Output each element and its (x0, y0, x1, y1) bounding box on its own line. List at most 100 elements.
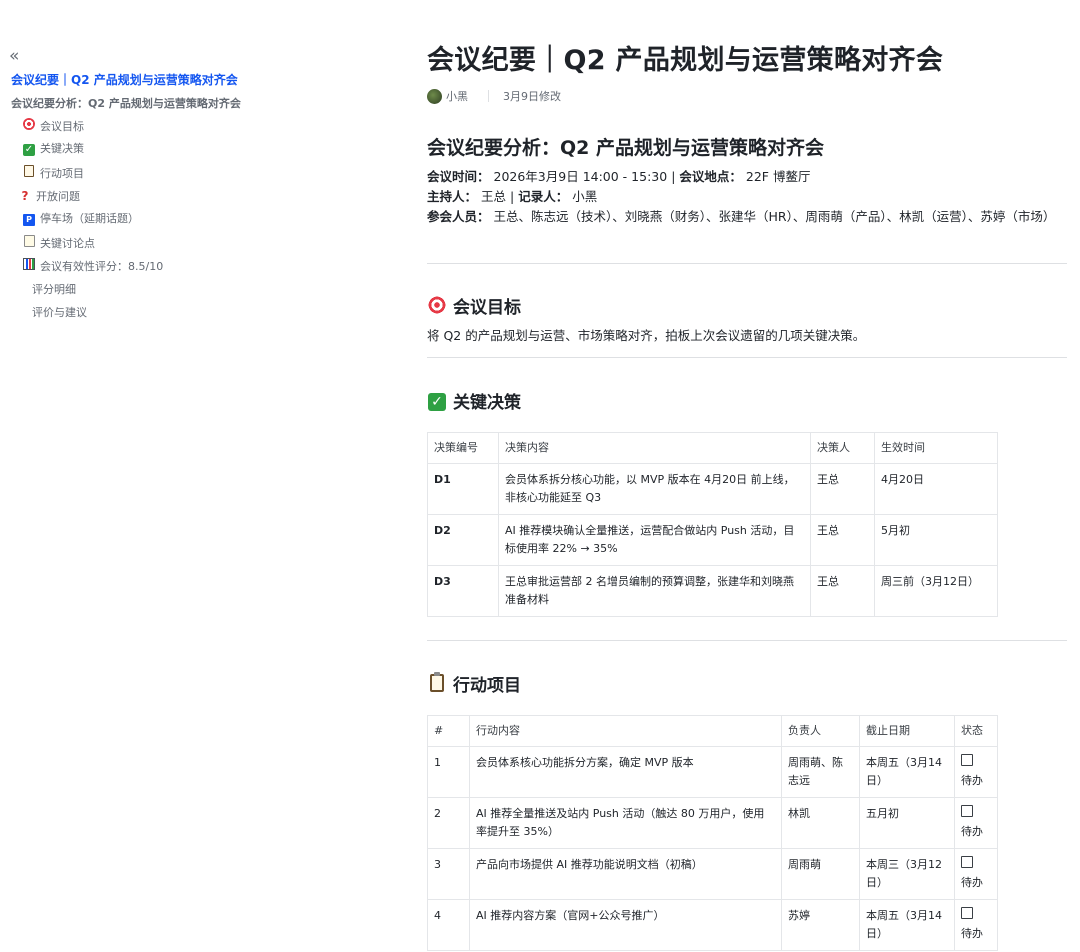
column-header: 决策人 (810, 432, 875, 464)
action-owner: 周雨萌、陈志远 (781, 746, 860, 798)
toc-item-evaluation[interactable]: 评价与建议 (32, 305, 87, 321)
toc-item-actions[interactable]: 行动项目 (22, 165, 84, 182)
action-due: 本周三（3月12日） (859, 848, 955, 900)
decision-owner: 王总 (810, 514, 875, 566)
status-label: 待办 (961, 825, 983, 838)
decision-content: 王总审批运营部 2 名增员编制的预算调整，张建华和刘晓燕准备材料 (498, 565, 811, 617)
decision-owner: 王总 (810, 463, 875, 515)
table-row: 3 产品向市场提供 AI 推荐功能说明文档（初稿） 周雨萌 本周三（3月12日）… (427, 848, 998, 900)
toc-item-decisions[interactable]: ✓ 关键决策 (22, 141, 84, 157)
clipboard-icon (22, 165, 36, 182)
toc-item-parking[interactable]: P 停车场（延期话题） (22, 211, 139, 227)
toc-item-open-questions[interactable]: ? 开放问题 (18, 188, 80, 205)
toc-item-score[interactable]: 会议有效性评分：8.5/10 (22, 258, 163, 275)
decision-content: 会员体系拆分核心功能，以 MVP 版本在 4月20日 前上线，非核心功能延至 Q… (498, 463, 811, 515)
table-header-row: # 行动内容 负责人 截止日期 状态 (427, 715, 998, 747)
toc-heading-link[interactable]: 会议纪要分析：Q2 产品规划与运营策略对齐会 (11, 95, 241, 111)
toc-item-label: 关键决策 (40, 142, 84, 155)
toc-item-label: 评价与建议 (32, 306, 87, 319)
action-content: 会员体系核心功能拆分方案，确定 MVP 版本 (469, 746, 782, 798)
action-due: 本周五（3月14日） (859, 746, 955, 798)
action-due: 本周五（3月14日） (859, 899, 955, 951)
section-heading-analysis: 会议纪要分析：Q2 产品规划与运营策略对齐会 (427, 137, 824, 159)
toc-item-label: 关键讨论点 (40, 236, 95, 250)
action-status: 待办 (954, 797, 998, 849)
column-header: 生效时间 (874, 432, 998, 464)
column-header: 状态 (954, 715, 998, 747)
toc-item-label: 行动项目 (40, 166, 84, 180)
action-number: 3 (427, 848, 470, 900)
action-number: 4 (427, 899, 470, 951)
toc-title-link[interactable]: 会议纪要｜Q2 产品规划与运营策略对齐会 (11, 71, 238, 88)
decision-id: D2 (427, 514, 499, 566)
column-header: 截止日期 (859, 715, 955, 747)
decision-time: 5月初 (874, 514, 998, 566)
table-row: 2 AI 推荐全量推送及站内 Push 活动（触达 80 万用户，使用率提升至 … (427, 797, 998, 849)
action-status: 待办 (954, 746, 998, 798)
status-checkbox[interactable] (961, 856, 973, 868)
author-name[interactable]: 小黑 (446, 88, 468, 104)
meeting-info: 会议时间： 2026年3月9日 14:00 - 15:30 | 会议地点： 22… (427, 167, 1067, 227)
column-header: 行动内容 (469, 715, 782, 747)
divider (427, 640, 1067, 641)
host-line: 主持人： 王总 | 记录人： 小黑 (427, 189, 598, 204)
decision-id: D3 (427, 565, 499, 617)
action-owner: 苏婷 (781, 899, 860, 951)
action-status: 待办 (954, 899, 998, 951)
status-label: 待办 (961, 876, 983, 889)
table-header-row: 决策编号 决策内容 决策人 生效时间 (427, 432, 998, 464)
toc-item-label: 会议目标 (40, 119, 84, 133)
chart-icon (22, 258, 36, 275)
section-heading-decisions: ✓ 关键决策 (427, 388, 521, 413)
toc-item-label: 停车场（延期话题） (40, 212, 139, 225)
decision-time: 4月20日 (874, 463, 998, 515)
status-label: 待办 (961, 774, 983, 787)
column-header: 负责人 (781, 715, 860, 747)
toc-item-label: 会议有效性评分：8.5/10 (40, 259, 164, 273)
status-checkbox[interactable] (961, 805, 973, 817)
status-checkbox[interactable] (961, 754, 973, 766)
toc-item-label: 评分明细 (32, 283, 76, 296)
goal-text: 将 Q2 的产品规划与运营、市场策略对齐，拍板上次会议遗留的几项关键决策。 (427, 328, 866, 343)
action-number: 2 (427, 797, 470, 849)
attendees-line: 参会人员： 王总、陈志远（技术）、刘晓燕（财务）、张建华（HR）、周雨萌（产品）… (427, 209, 1056, 224)
divider (427, 357, 1067, 358)
avatar[interactable] (427, 88, 442, 104)
target-icon (427, 295, 447, 316)
section-heading-actions: 行动项目 (427, 671, 521, 696)
action-owner: 周雨萌 (781, 848, 860, 900)
modified-time: 3月9日修改 (503, 90, 561, 103)
status-checkbox[interactable] (961, 907, 973, 919)
action-number: 1 (427, 746, 470, 798)
toc-item-score-details[interactable]: 评分明细 (32, 282, 76, 298)
column-header: 决策内容 (498, 432, 811, 464)
target-icon (22, 118, 36, 135)
divider (427, 263, 1067, 264)
meta-divider (488, 90, 489, 102)
meeting-time-line: 会议时间： 2026年3月9日 14:00 - 15:30 | 会议地点： 22… (427, 169, 811, 184)
action-content: AI 推荐全量推送及站内 Push 活动（触达 80 万用户，使用率提升至 35… (469, 797, 782, 849)
column-header: # (427, 715, 470, 747)
page-title: 会议纪要｜Q2 产品规划与运营策略对齐会 (427, 45, 944, 76)
toc-item-goal[interactable]: 会议目标 (22, 118, 84, 135)
table-row: 4 AI 推荐内容方案（官网+公众号推广） 苏婷 本周五（3月14日） 待办 (427, 899, 998, 951)
section-heading-goal: 会议目标 (427, 293, 521, 318)
actions-table: # 行动内容 负责人 截止日期 状态 1 会员体系核心功能拆分方案，确定 MVP… (427, 715, 998, 951)
check-icon: ✓ (23, 144, 35, 156)
status-label: 待办 (961, 927, 983, 940)
collapse-toc-icon[interactable]: « (9, 46, 19, 66)
action-owner: 林凯 (781, 797, 860, 849)
table-row: D3 王总审批运营部 2 名增员编制的预算调整，张建华和刘晓燕准备材料 王总 周… (427, 565, 998, 617)
memo-icon (22, 235, 36, 252)
action-content: 产品向市场提供 AI 推荐功能说明文档（初稿） (469, 848, 782, 900)
decisions-table: 决策编号 决策内容 决策人 生效时间 D1 会员体系拆分核心功能，以 MVP 版… (427, 432, 998, 617)
parking-icon: P (22, 211, 36, 227)
action-due: 五月初 (859, 797, 955, 849)
doc-meta: 小黑 3月9日修改 (427, 88, 561, 104)
question-icon: ? (21, 189, 29, 203)
action-content: AI 推荐内容方案（官网+公众号推广） (469, 899, 782, 951)
decision-time: 周三前（3月12日） (874, 565, 998, 617)
toc-item-discussion[interactable]: 关键讨论点 (22, 235, 95, 252)
action-status: 待办 (954, 848, 998, 900)
toc-item-label: 开放问题 (36, 189, 80, 203)
